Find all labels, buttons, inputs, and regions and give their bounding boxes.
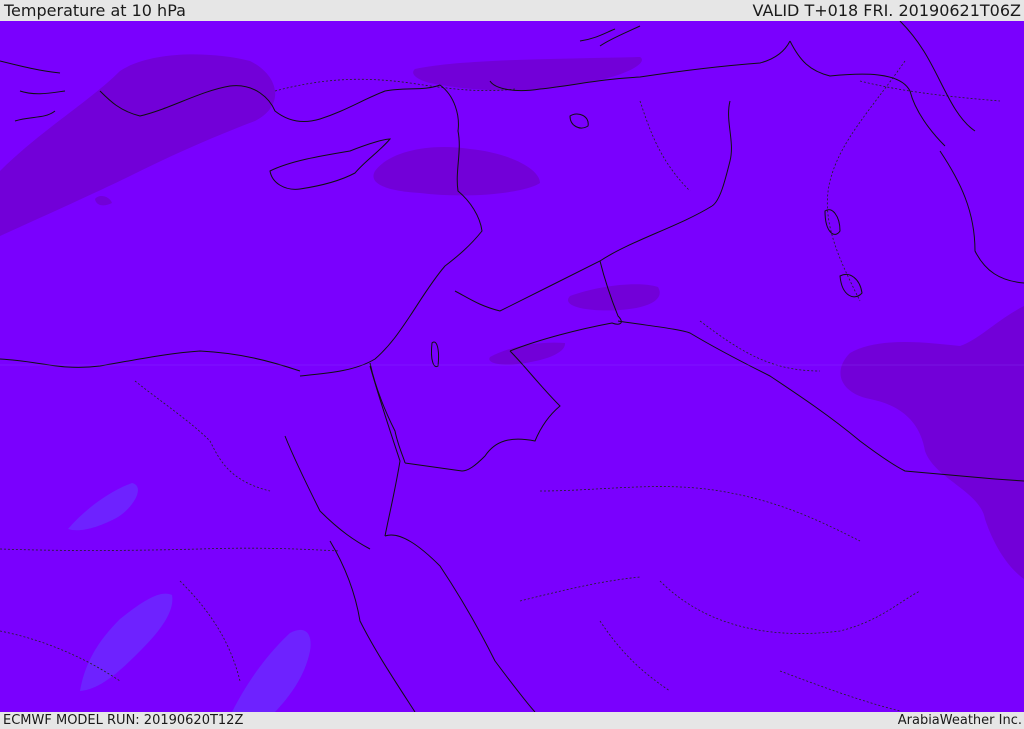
- valid-time: VALID T+018 FRI. 20190621T06Z: [752, 1, 1021, 20]
- header-bar: Temperature at 10 hPa VALID T+018 FRI. 2…: [0, 0, 1024, 21]
- model-run: ECMWF MODEL RUN: 20190620T12Z: [3, 713, 244, 728]
- credit: ArabiaWeather Inc.: [897, 713, 1022, 728]
- map-title: Temperature at 10 hPa: [4, 1, 186, 20]
- footer-bar: ECMWF MODEL RUN: 20190620T12Z ArabiaWeat…: [0, 712, 1024, 729]
- map-canvas: [0, 21, 1024, 712]
- weather-map[interactable]: [0, 21, 1024, 712]
